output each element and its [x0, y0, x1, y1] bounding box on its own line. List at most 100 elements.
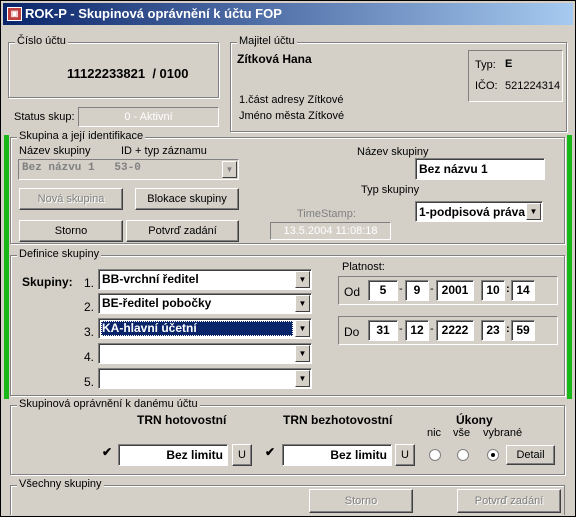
noncash-checkbox[interactable]: ✔	[265, 446, 278, 459]
col-id-label: ID + typ záznamu	[121, 145, 207, 157]
row-num-5: 5.	[84, 375, 95, 389]
group-select-5[interactable]: ▼	[98, 368, 312, 389]
account-number-group-label: Číslo účtu	[15, 35, 68, 47]
chevron-down-icon[interactable]: ▼	[295, 271, 310, 288]
chevron-down-icon[interactable]: ▼	[222, 161, 237, 178]
cancel-button[interactable]: Storno	[19, 220, 123, 242]
left-accent-bar	[4, 135, 9, 399]
cash-label: TRN hotovostní	[137, 413, 227, 427]
owner-name: Zítková Hana	[237, 52, 312, 66]
group-name-value: Bez názvu 1	[419, 162, 488, 176]
owner-address2: Jméno města Zítkové	[239, 110, 345, 122]
opt-selected-label: vybrané	[483, 427, 523, 439]
type-label: Typ skupiny	[361, 184, 420, 196]
cash-u-button[interactable]: U	[232, 444, 252, 466]
cash-limit-value: Bez limitu	[166, 448, 223, 462]
group-select-3-value: KA-hlavní účetní	[102, 321, 197, 335]
block-group-button[interactable]: Blokace skupiny	[135, 188, 239, 210]
row-num-4: 4.	[84, 350, 95, 364]
group-select-1-value: BB-vrchní ředitel	[102, 272, 199, 286]
chevron-down-icon[interactable]: ▼	[526, 203, 541, 220]
opt-none-label: nic	[427, 427, 442, 439]
cash-limit-input[interactable]: Bez limitu	[118, 444, 228, 466]
new-group-button[interactable]: Nová skupina	[19, 188, 123, 210]
owner-group-label: Majitel účtu	[237, 35, 297, 47]
group-ident-group: Skupina a její identifikace Název skupin…	[10, 130, 565, 244]
valid-to-day[interactable]: 31	[368, 320, 398, 341]
validity-label: Platnost:	[342, 261, 385, 273]
chevron-down-icon[interactable]: ▼	[295, 320, 310, 337]
permissions-group-label: Skupinová oprávnění k danému účtu	[17, 398, 200, 410]
valid-from-box: Od 5 - 9 - 2001 10 : 14	[338, 276, 558, 305]
all-confirm-button[interactable]: Potvrď zadání	[457, 489, 561, 513]
opt-none-radio[interactable]	[429, 449, 441, 461]
opt-selected-radio[interactable]	[487, 449, 499, 461]
date-separator: -	[399, 283, 403, 295]
timestamp-field: 13.5.2004 11:08:18	[270, 222, 391, 240]
chevron-down-icon[interactable]: ▼	[295, 295, 310, 312]
definition-group-label: Definice skupiny	[17, 248, 102, 260]
valid-to-minute[interactable]: 59	[511, 320, 535, 341]
account-number: 11122233821 / 0100	[67, 66, 189, 81]
actions-label: Úkony	[456, 413, 493, 427]
group-type-select[interactable]: 1-podpisová práva ▼	[415, 201, 543, 222]
noncash-limit-input[interactable]: Bez limitu	[282, 444, 392, 466]
permissions-group: Skupinová oprávnění k danému účtu TRN ho…	[10, 398, 565, 475]
all-groups-group: Všechny skupiny Storno Potvrď zadání	[10, 478, 565, 515]
owner-type-label: Typ:	[475, 59, 496, 71]
group-select-combo[interactable]: Bez názvu 1 53-0 ▼	[18, 159, 239, 180]
noncash-u-button[interactable]: U	[395, 444, 415, 466]
time-separator: :	[506, 323, 510, 335]
status-label: Status skup:	[14, 111, 75, 123]
owner-ico-value: 521224314	[505, 80, 561, 92]
valid-from-month[interactable]: 9	[405, 280, 429, 301]
col-name-label: Název skupiny	[19, 145, 91, 157]
valid-to-hour[interactable]: 23	[481, 320, 505, 341]
window-title: ROK-P - Skupinová oprávnění k účtu FOP	[25, 6, 282, 21]
owner-type-value: E	[505, 58, 513, 70]
time-separator: :	[506, 283, 510, 295]
valid-to-label: Do	[344, 325, 360, 339]
groups-label: Skupiny:	[22, 275, 73, 289]
row-num-1: 1.	[84, 276, 95, 290]
group-select-4[interactable]: ▼	[98, 343, 312, 364]
valid-from-minute[interactable]: 14	[511, 280, 535, 301]
confirm-button[interactable]: Potvrď zadání	[126, 220, 239, 242]
name-label: Název skupiny	[357, 146, 429, 158]
valid-from-year[interactable]: 2001	[436, 280, 474, 301]
opt-all-radio[interactable]	[457, 449, 469, 461]
account-number-group: Číslo účtu 11122233821 / 0100	[8, 35, 219, 98]
date-separator: -	[430, 323, 434, 335]
group-select-2-value: BE-ředitel pobočky	[102, 296, 212, 310]
detail-button[interactable]: Detail	[506, 445, 555, 465]
date-separator: -	[399, 323, 403, 335]
noncash-limit-value: Bez limitu	[330, 448, 387, 462]
valid-from-label: Od	[344, 285, 361, 299]
valid-from-hour[interactable]: 10	[481, 280, 505, 301]
chevron-down-icon[interactable]: ▼	[295, 370, 310, 387]
status-field: 0 - Aktivní	[78, 107, 219, 127]
cash-checkbox[interactable]: ✔	[102, 446, 115, 459]
chevron-down-icon[interactable]: ▼	[295, 345, 310, 362]
group-select-value: Bez názvu 1 53-0	[22, 162, 141, 174]
right-accent-bar	[567, 135, 572, 399]
group-select-2[interactable]: BE-ředitel pobočky ▼	[98, 293, 312, 314]
valid-from-day[interactable]: 5	[368, 280, 398, 301]
group-name-input[interactable]: Bez názvu 1	[415, 158, 545, 180]
group-type-value: 1-podpisová práva	[419, 205, 526, 219]
group-select-3[interactable]: KA-hlavní účetní ▼	[98, 318, 312, 339]
row-num-2: 2.	[84, 300, 95, 314]
valid-to-month[interactable]: 12	[405, 320, 429, 341]
row-num-3: 3.	[84, 325, 95, 339]
group-select-1[interactable]: BB-vrchní ředitel ▼	[98, 269, 312, 290]
definition-group: Definice skupiny Skupiny: 1. BB-vrchní ř…	[10, 248, 565, 396]
valid-to-year[interactable]: 2222	[436, 320, 474, 341]
main-window: ▣ ROK-P - Skupinová oprávnění k účtu FOP…	[0, 0, 576, 517]
status-value: 0 - Aktivní	[124, 111, 173, 123]
owner-group: Majitel účtu Zítková Hana 1.část adresy …	[230, 35, 567, 132]
title-bar[interactable]: ▣ ROK-P - Skupinová oprávnění k účtu FOP	[3, 3, 573, 25]
all-cancel-button[interactable]: Storno	[309, 489, 413, 513]
opt-all-label: vše	[453, 427, 471, 439]
app-icon: ▣	[7, 7, 22, 21]
owner-address1: 1.část adresy Zítkové	[239, 94, 344, 106]
